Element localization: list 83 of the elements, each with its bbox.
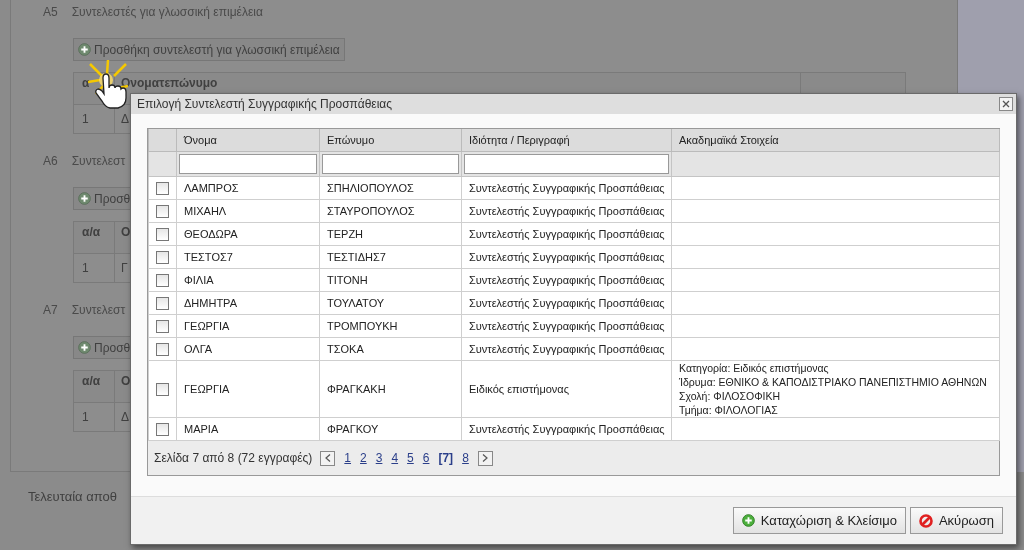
table-cell: Συντελεστής Συγγραφικής Προσπάθειας: [461, 314, 672, 338]
table-cell: ΤΟΥΛΑΤΟΥ: [319, 291, 462, 315]
checkbox[interactable]: [156, 204, 169, 218]
table-cell: ΓΕΩΡΓΙΑ: [176, 360, 320, 418]
page-summary: Σελίδα 7 από 8 (72 εγγραφές): [154, 451, 313, 465]
last-saved-text: Τελευταία αποθ: [28, 489, 117, 504]
close-button[interactable]: [999, 97, 1013, 111]
column-header[interactable]: Όνομα: [176, 129, 320, 152]
section-title: Συντελεστές για γλωσσική επιμέλεια: [71, 5, 263, 21]
section-title: Συντελεστ: [71, 154, 126, 170]
page-link[interactable]: 8: [462, 451, 469, 465]
next-page-button[interactable]: [477, 450, 493, 466]
chevron-icon: [324, 454, 331, 462]
checkbox[interactable]: [156, 422, 169, 436]
section-code: A5: [43, 5, 58, 21]
table-cell: Ειδικός επιστήμονας: [461, 360, 672, 418]
plus-icon: [78, 341, 91, 354]
table-cell: ΤΙΤΟΝΗ: [319, 268, 462, 292]
page-link[interactable]: 2: [360, 451, 367, 465]
table-cell: Συντελεστής Συγγραφικής Προσπάθειας: [461, 337, 672, 361]
page-link[interactable]: [7]: [438, 451, 454, 465]
column-header[interactable]: Ιδιότητα / Περιγραφή: [461, 129, 672, 152]
table-cell: ΓΕΩΡΓΙΑ: [176, 314, 320, 338]
page-link[interactable]: 6: [422, 451, 430, 465]
chevron-icon: [482, 454, 489, 462]
academic-info-line: Κατηγορία: Ειδικός επιστήμονας: [679, 361, 830, 375]
page-link[interactable]: 3: [375, 451, 383, 465]
page-link[interactable]: 1: [344, 451, 351, 465]
academic-info-line: Σχολή: ΦΙΛΟΣΟΦΙΚΗ: [679, 389, 782, 403]
filter-field[interactable]: [322, 154, 459, 174]
filter-field[interactable]: [179, 154, 317, 174]
table-cell: ΤΣΟΚΑ: [319, 337, 462, 361]
table-cell: Συντελεστής Συγγραφικής Προσπάθειας: [461, 268, 672, 292]
checkbox[interactable]: [156, 250, 169, 264]
column-header: α/α: [73, 370, 115, 403]
table-cell: Συντελεστής Συγγραφικής Προσπάθειας: [461, 417, 672, 441]
save-close-button[interactable]: Καταχώριση & Κλείσιμο: [732, 507, 906, 534]
table-cell: Συντελεστής Συγγραφικής Προσπάθειας: [461, 245, 672, 269]
cancel-button[interactable]: Ακύρωση: [909, 507, 1003, 534]
checkbox[interactable]: [156, 296, 169, 310]
table-cell: ΛΑΜΠΡΟΣ: [176, 176, 320, 200]
section-title: Συντελεστ: [71, 303, 126, 319]
table-cell: ΘΕΟΔΩΡΑ: [176, 222, 320, 246]
table-cell: Συντελεστής Συγγραφικής Προσπάθειας: [461, 199, 672, 223]
table-cell: ΟΛΓΑ: [176, 337, 320, 361]
section-code: A6: [43, 154, 58, 170]
column-header[interactable]: Ακαδημαϊκά Στοιχεία: [671, 129, 1000, 152]
table-cell: 1: [73, 253, 115, 283]
academic-info-line: Τμήμα: ΦΙΛΟΛΟΓΙΑΣ: [679, 403, 779, 417]
checkbox[interactable]: [156, 319, 169, 333]
table-cell: ΤΕΣΤΟΣ7: [176, 245, 320, 269]
table-cell: ΜΑΡΙΑ: [176, 417, 320, 441]
table-cell: ΦΡΑΓΚΟΥ: [319, 417, 462, 441]
checkbox[interactable]: [156, 273, 169, 287]
academic-info-line: Ίδρυμα: ΕΘΝΙΚΟ & ΚΑΠΟΔΙΣΤΡΙΑΚΟ ΠΑΝΕΠΙΣΤΗΜΙΟ ΑΘΗΝΩΝ: [679, 375, 988, 389]
table-cell: ΦΙΛΙΑ: [176, 268, 320, 292]
table-cell: ΔΗΜΗΤΡΑ: [176, 291, 320, 315]
page-link[interactable]: 5: [407, 451, 414, 465]
table-cell: ΣΠΗΛΙΟΠΟΥΛΟΣ: [319, 176, 462, 200]
page-link[interactable]: 4: [391, 451, 399, 465]
table-cell: Συντελεστής Συγγραφικής Προσπάθειας: [461, 176, 672, 200]
plus-icon: [78, 43, 91, 56]
checkbox[interactable]: [156, 382, 169, 396]
plus-icon: [78, 192, 91, 205]
table-cell: ΤΕΡΖΗ: [319, 222, 462, 246]
checkbox[interactable]: [156, 181, 169, 195]
table-cell: ΦΡΑΓΚΑΚΗ: [319, 360, 462, 418]
checkbox[interactable]: [156, 342, 169, 356]
table-cell: 1: [73, 402, 115, 432]
checkbox[interactable]: [156, 227, 169, 241]
filter-field[interactable]: [464, 154, 669, 174]
table-cell: ΜΙΧΑΗΛ: [176, 199, 320, 223]
plus-icon: [741, 514, 755, 527]
table-cell: ΤΕΣΤΙΔΗΣ7: [319, 245, 462, 269]
previous-page-button[interactable]: [320, 450, 336, 466]
table-cell: ΤΡΟΜΠΟΥΚΗ: [319, 314, 462, 338]
column-header: α/α: [73, 221, 115, 254]
section-code: A7: [43, 303, 58, 319]
table-cell: ΣΤΑΥΡΟΠΟΥΛΟΣ: [319, 199, 462, 223]
cancel-icon: [918, 513, 933, 528]
table-cell: Συντελεστής Συγγραφικής Προσπάθειας: [461, 291, 672, 315]
table-cell: Συντελεστής Συγγραφικής Προσπάθειας: [461, 222, 672, 246]
column-header[interactable]: Επώνυμο: [319, 129, 462, 152]
